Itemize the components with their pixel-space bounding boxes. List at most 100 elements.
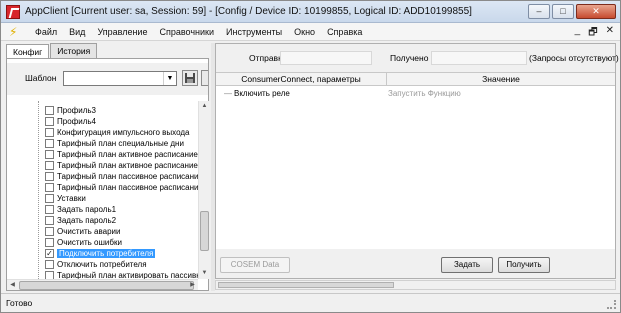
- scroll-up-icon[interactable]: ▲: [200, 102, 209, 111]
- tree-checkbox[interactable]: [45, 139, 54, 148]
- menu-file[interactable]: Файл: [29, 27, 63, 37]
- menu-bar: ⚡ Файл Вид Управление Справочники Инстру…: [1, 23, 620, 41]
- tree-item[interactable]: ✓ Подключить потребителя: [45, 248, 156, 259]
- tree-checkbox[interactable]: [45, 238, 54, 247]
- tree-item[interactable]: Тарифный план специальные дни: [45, 138, 184, 149]
- tab-config[interactable]: Конфиг: [6, 44, 50, 59]
- tree-checkbox[interactable]: [45, 106, 54, 115]
- right-panel: Отправк Получено (Запросы отсутствуют) C…: [215, 43, 619, 279]
- tree-item-label: Профиль3: [57, 106, 96, 115]
- tree-item[interactable]: Профиль3: [45, 105, 96, 116]
- get-button[interactable]: Получить: [498, 257, 550, 273]
- received-label: Получено: [390, 53, 429, 63]
- hscroll-thumb[interactable]: [19, 281, 194, 290]
- tree-item-label: Тарифный план пассивное расписание,: [57, 183, 200, 192]
- template-extra-button[interactable]: [201, 70, 208, 86]
- tree-item-label: Тарифный план специальные дни: [57, 139, 184, 148]
- scroll-left-icon[interactable]: ◀: [8, 281, 17, 290]
- received-field: [431, 51, 527, 65]
- mdi-close-button[interactable]: ✕: [606, 25, 614, 42]
- scroll-down-icon[interactable]: ▼: [200, 269, 209, 278]
- grid-header: ConsumerConnect, параметры Значение: [216, 73, 615, 86]
- tree-item-label: Тарифный план пассивное расписание: [57, 172, 200, 181]
- tree-item[interactable]: Очистить ошибки: [45, 237, 122, 248]
- tree-item-label: Отключить потребителя: [57, 260, 147, 269]
- tree-checkbox[interactable]: ✓: [45, 249, 54, 258]
- template-select[interactable]: ▼: [63, 71, 177, 86]
- left-panel: Конфиг История Шаблон ▼ Профиль3 Профиль…: [3, 43, 211, 291]
- tree-item[interactable]: Отключить потребителя: [45, 259, 147, 270]
- menu-window[interactable]: Окно: [288, 27, 321, 37]
- tree-item-label: Тарифный план активировать пассивн: [57, 271, 200, 279]
- minimize-button[interactable]: –: [528, 4, 550, 19]
- tree-item[interactable]: Задать пароль2: [45, 215, 116, 226]
- mdi-minimize-button[interactable]: _: [575, 25, 581, 42]
- cosem-data-button[interactable]: COSEM Data: [220, 257, 290, 273]
- parameter-value[interactable]: Запустить Функцию: [388, 89, 461, 98]
- tree-item-label: Профиль4: [57, 117, 96, 126]
- column-header-parameters[interactable]: ConsumerConnect, параметры: [216, 74, 386, 84]
- tree-checkbox[interactable]: [45, 183, 54, 192]
- tree-item[interactable]: Тарифный план пассивное расписание: [45, 171, 200, 182]
- close-button[interactable]: ✕: [576, 4, 616, 19]
- status-text: Готово: [6, 298, 33, 308]
- right-hscroll-thumb[interactable]: [218, 282, 394, 288]
- tree-item[interactable]: Очистить аварии: [45, 226, 121, 237]
- save-template-button[interactable]: [182, 70, 198, 86]
- chevron-down-icon[interactable]: ▼: [163, 72, 176, 85]
- template-row: Шаблон ▼: [7, 63, 208, 95]
- set-button[interactable]: Задать: [441, 257, 493, 273]
- status-bar: Готово: [1, 293, 620, 312]
- maximize-button[interactable]: □: [552, 4, 574, 19]
- tree-item-label: Очистить аварии: [57, 227, 121, 236]
- tree-checkbox[interactable]: [45, 150, 54, 159]
- tree-checkbox[interactable]: [45, 205, 54, 214]
- tree-item[interactable]: Тарифный план активное расписание,: [45, 160, 200, 171]
- parameter-row[interactable]: — Включить реле: [224, 89, 290, 98]
- tab-history[interactable]: История: [50, 43, 98, 58]
- menu-help[interactable]: Справка: [321, 27, 368, 37]
- tree-item[interactable]: Конфигурация импульсного выхода: [45, 127, 189, 138]
- column-header-value[interactable]: Значение: [387, 74, 615, 84]
- tree-item[interactable]: Тарифный план активировать пассивн: [45, 270, 200, 279]
- tree-item[interactable]: Профиль4: [45, 116, 96, 127]
- floppy-disk-icon: [185, 73, 195, 83]
- tree-checkbox[interactable]: [45, 216, 54, 225]
- lightning-icon[interactable]: ⚡: [9, 25, 23, 39]
- app-window: AppClient [Current user: sa, Session: 59…: [0, 0, 621, 313]
- tree-checkbox[interactable]: [45, 194, 54, 203]
- resize-grip-icon[interactable]: [607, 300, 616, 309]
- menu-directories[interactable]: Справочники: [153, 27, 220, 37]
- tree-item[interactable]: Задать пароль1: [45, 204, 116, 215]
- requests-note: (Запросы отсутствуют): [529, 53, 619, 63]
- tree-checkbox[interactable]: [45, 271, 54, 279]
- tree-checkbox[interactable]: [45, 117, 54, 126]
- menu-view[interactable]: Вид: [63, 27, 91, 37]
- menu-control[interactable]: Управление: [91, 27, 153, 37]
- tree-checkbox[interactable]: [45, 227, 54, 236]
- tree-item-label: Задать пароль1: [57, 205, 117, 214]
- tree-item-label: Тарифный план активное расписание: [57, 150, 198, 159]
- sent-field: [280, 51, 372, 65]
- tree-item[interactable]: Уставки: [45, 193, 86, 204]
- tree-item[interactable]: Тарифный план пассивное расписание,: [45, 182, 200, 193]
- tree-item-label: Очистить ошибки: [57, 238, 122, 247]
- tree-checkbox[interactable]: [45, 161, 54, 170]
- scroll-thumb[interactable]: [200, 211, 209, 251]
- parameter-name: Включить реле: [234, 89, 290, 98]
- tree-horizontal-scrollbar[interactable]: ◀ ▶: [7, 279, 198, 290]
- sent-label: Отправк: [249, 53, 282, 63]
- tree-checkbox[interactable]: [45, 128, 54, 137]
- tree-vertical-scrollbar[interactable]: ▲ ▼: [198, 101, 209, 279]
- tree-item[interactable]: Тарифный план активное расписание: [45, 149, 198, 160]
- template-label: Шаблон: [25, 73, 57, 83]
- menu-tools[interactable]: Инструменты: [220, 27, 288, 37]
- tree-checkbox[interactable]: [45, 172, 54, 181]
- app-logo-icon: [6, 5, 20, 19]
- mdi-restore-button[interactable]: 🗗: [588, 25, 597, 42]
- scroll-right-icon[interactable]: ▶: [188, 281, 197, 290]
- tree-item-label: Тарифный план активное расписание,: [57, 161, 200, 170]
- config-tree: Профиль3 Профиль4 Конфигурация импульсного…: [7, 101, 200, 279]
- right-horizontal-scrollbar[interactable]: [215, 280, 616, 290]
- tree-checkbox[interactable]: [45, 260, 54, 269]
